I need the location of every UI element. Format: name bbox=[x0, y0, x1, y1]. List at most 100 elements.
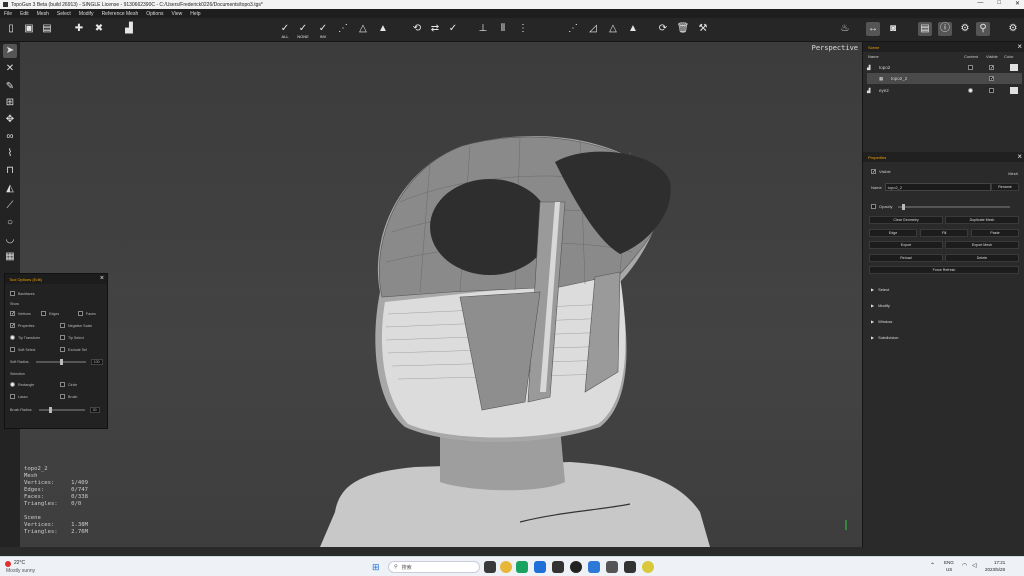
menu-edit[interactable]: Edit bbox=[20, 11, 29, 17]
export-button[interactable]: Export bbox=[869, 241, 943, 249]
properties-close-icon[interactable]: × bbox=[1017, 152, 1022, 161]
relax-tool-icon[interactable]: ◡ bbox=[3, 233, 17, 247]
weather-desc[interactable]: Mostly sunny bbox=[6, 568, 35, 574]
info-icon[interactable]: ⓘ bbox=[938, 22, 952, 36]
camera-icon[interactable]: ◙ bbox=[886, 22, 900, 36]
paste-button[interactable]: Paste bbox=[971, 229, 1019, 237]
split-icon[interactable]: ⊥ bbox=[476, 22, 490, 36]
force-refresh-button[interactable]: Force Refresh bbox=[869, 266, 1019, 274]
menu-view[interactable]: View bbox=[171, 11, 182, 17]
negative-scale-checkbox[interactable] bbox=[60, 323, 65, 328]
render-icon[interactable]: ♨ bbox=[838, 22, 852, 36]
exclude-sel-checkbox[interactable] bbox=[60, 347, 65, 352]
bridge-tool-icon[interactable]: ⊞ bbox=[3, 96, 17, 110]
connect-icon[interactable]: ⟲ bbox=[410, 22, 424, 36]
minimize-button[interactable]: — bbox=[977, 0, 983, 7]
move-tool-icon[interactable]: ✥ bbox=[3, 113, 17, 127]
tool-b-icon[interactable]: ◿ bbox=[586, 22, 600, 36]
app-steam-icon[interactable] bbox=[570, 561, 582, 573]
extrude-tool-icon[interactable]: ⊓ bbox=[3, 164, 17, 178]
visible-checkbox[interactable]: ✓ bbox=[989, 76, 994, 82]
fill-tool-icon[interactable]: ◭ bbox=[3, 182, 17, 196]
refresh-icon[interactable]: ⟳ bbox=[656, 22, 670, 36]
menu-reference-mesh[interactable]: Reference Mesh bbox=[102, 11, 139, 17]
fill-button[interactable]: Fill bbox=[920, 229, 968, 237]
soft-radius-value[interactable]: 100 bbox=[90, 359, 103, 365]
faces-checkbox[interactable] bbox=[78, 311, 83, 316]
close-button[interactable]: ✕ bbox=[1015, 0, 1020, 7]
app-edge-icon[interactable] bbox=[534, 561, 546, 573]
weather-icon[interactable] bbox=[5, 561, 11, 567]
app-chrome-icon[interactable] bbox=[500, 561, 512, 573]
3d-viewport[interactable]: Perspective topo2_2 Mesh Vertices: 1/409… bbox=[20, 42, 862, 547]
color-swatch[interactable] bbox=[1010, 64, 1018, 71]
app-a-icon[interactable] bbox=[588, 561, 600, 573]
check-icon[interactable]: ✓ bbox=[446, 22, 460, 36]
flip-icon[interactable]: ⇄ bbox=[428, 22, 442, 36]
select-faces-icon[interactable]: ▲ bbox=[376, 22, 390, 36]
mesh-icon[interactable]: ▟ bbox=[122, 22, 136, 36]
shrink-selection-icon[interactable]: △ bbox=[356, 22, 370, 36]
network-icon[interactable]: ◠ bbox=[962, 562, 967, 569]
menu-help[interactable]: Help bbox=[190, 11, 200, 17]
tool-settings-icon[interactable]: ⚲ bbox=[976, 22, 990, 36]
app-topogun-icon[interactable] bbox=[624, 561, 636, 573]
circle-tool-icon[interactable]: ○ bbox=[3, 216, 17, 230]
tool-a-icon[interactable]: ⋰ bbox=[566, 22, 580, 36]
content-radio[interactable] bbox=[968, 88, 973, 93]
loops-tool-icon[interactable]: ∞ bbox=[3, 130, 17, 144]
settings-tree-icon[interactable]: ⚙ bbox=[958, 22, 972, 36]
app-b-icon[interactable] bbox=[606, 561, 618, 573]
cut-icon[interactable]: ⫴ bbox=[496, 22, 510, 36]
color-swatch[interactable] bbox=[1010, 87, 1018, 94]
delete-icon[interactable]: ✖ bbox=[92, 22, 106, 36]
brush-tool-icon[interactable]: ⌇ bbox=[3, 147, 17, 161]
brush-radius-slider[interactable] bbox=[38, 407, 85, 413]
gear-icon[interactable]: ⚙ bbox=[1006, 22, 1020, 36]
edges-checkbox[interactable] bbox=[41, 311, 46, 316]
windows-start-icon[interactable]: ⊞ bbox=[372, 562, 380, 573]
tool-c-icon[interactable]: △ bbox=[606, 22, 620, 36]
name-input[interactable]: topo2_2 bbox=[884, 183, 991, 191]
visible-checkbox[interactable]: ✓ bbox=[989, 65, 994, 71]
app-taskview-icon[interactable] bbox=[484, 561, 496, 573]
grow-selection-icon[interactable]: ⋰ bbox=[336, 22, 350, 36]
backfaces-checkbox[interactable] bbox=[10, 291, 15, 296]
tip-select-checkbox[interactable] bbox=[60, 335, 65, 340]
section-window[interactable]: ▶ Window bbox=[871, 319, 892, 324]
lang-secondary[interactable]: US bbox=[946, 567, 952, 572]
weather-temp[interactable]: 22°C bbox=[14, 560, 25, 566]
scene-item-topo2[interactable]: ▟ topo2 ✓ bbox=[867, 62, 1022, 73]
reload-button[interactable]: Reload bbox=[869, 254, 943, 262]
opacity-checkbox[interactable] bbox=[871, 204, 876, 209]
lasso-checkbox[interactable] bbox=[10, 394, 15, 399]
maximize-button[interactable]: □ bbox=[997, 0, 1001, 7]
delete-button[interactable]: Delete bbox=[945, 254, 1019, 262]
app-c-icon[interactable] bbox=[642, 561, 654, 573]
pattern-icon[interactable]: ⋮ bbox=[516, 22, 530, 36]
visible-checkbox[interactable] bbox=[989, 88, 994, 93]
content-checkbox[interactable] bbox=[968, 65, 973, 70]
brush-radius-value[interactable]: 30 bbox=[89, 407, 100, 413]
menu-select[interactable]: Select bbox=[57, 11, 71, 17]
tip-transform-radio[interactable] bbox=[10, 335, 15, 340]
export-mesh-button[interactable]: Export Mesh bbox=[945, 241, 1019, 249]
tool-options-close-icon[interactable]: × bbox=[100, 275, 104, 282]
opacity-slider[interactable] bbox=[897, 203, 1010, 210]
pen-tool-icon[interactable]: ✎ bbox=[3, 80, 17, 94]
brush-checkbox[interactable] bbox=[60, 394, 65, 399]
knife-tool-icon[interactable]: ⟋ bbox=[3, 199, 17, 213]
rename-button[interactable]: Rename bbox=[991, 183, 1019, 191]
taskbar-search[interactable]: ⚲ 搜索 bbox=[388, 561, 480, 573]
clock-time[interactable]: 17:21 bbox=[994, 560, 1005, 565]
app-wechat-icon[interactable] bbox=[516, 561, 528, 573]
soft-select-checkbox[interactable] bbox=[10, 347, 15, 352]
app-explorer-icon[interactable] bbox=[552, 561, 564, 573]
clock-date[interactable]: 2023/5/28 bbox=[985, 567, 1005, 572]
scene-item-eye2[interactable]: ▟ eye2 bbox=[867, 85, 1022, 96]
volume-icon[interactable]: ◁ bbox=[972, 562, 977, 569]
scene-close-icon[interactable]: × bbox=[1017, 42, 1022, 51]
edge-button[interactable]: Edge bbox=[869, 229, 917, 237]
lang-primary[interactable]: ENG bbox=[944, 560, 954, 565]
menu-modify[interactable]: Modify bbox=[79, 11, 94, 17]
